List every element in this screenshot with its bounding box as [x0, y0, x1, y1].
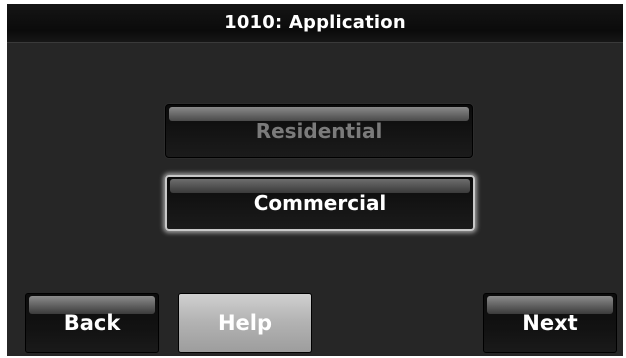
next-button[interactable]: Next	[483, 293, 617, 353]
thermostat-screen: 1010: Application Residential Commercial…	[7, 4, 623, 356]
next-button-label: Next	[522, 311, 578, 335]
commercial-option-label: Commercial	[253, 191, 387, 215]
title-bar: 1010: Application	[7, 4, 623, 43]
back-button[interactable]: Back	[25, 293, 159, 353]
help-button[interactable]: Help	[178, 293, 312, 353]
residential-option-label: Residential	[255, 119, 383, 143]
page-title: 1010: Application	[224, 12, 406, 33]
help-button-label: Help	[217, 311, 273, 335]
commercial-option-button[interactable]: Commercial	[165, 175, 475, 231]
residential-option-button[interactable]: Residential	[165, 104, 473, 158]
back-button-label: Back	[63, 311, 121, 335]
